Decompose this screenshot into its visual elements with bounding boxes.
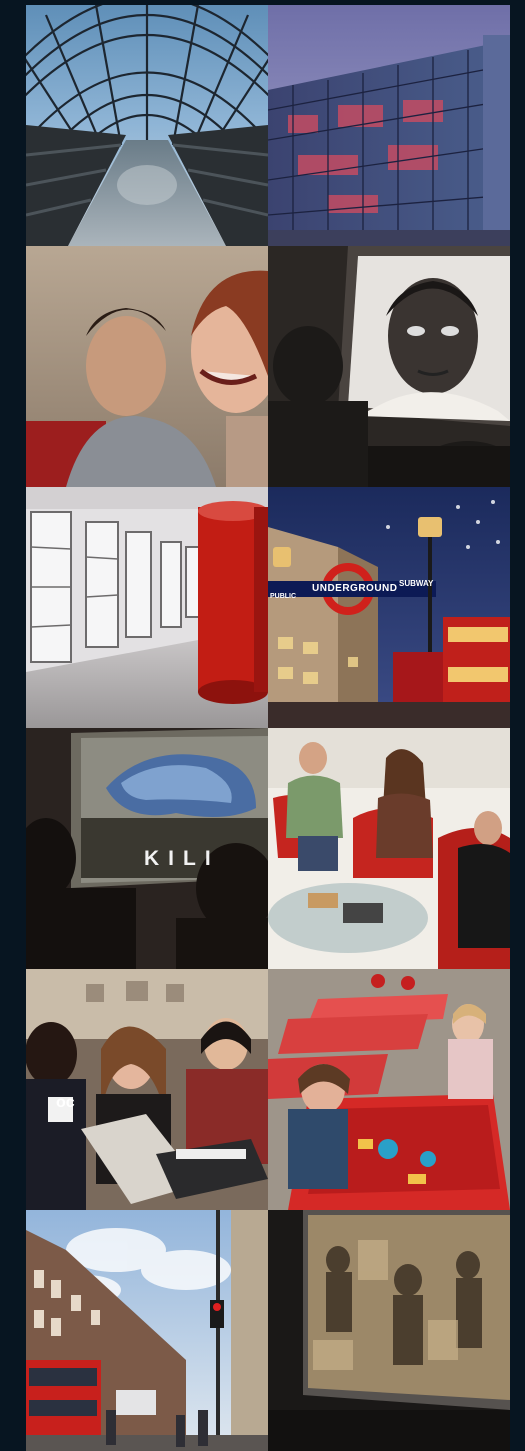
street-with-red-bus-photo: [26, 1210, 268, 1451]
students-with-laptop-photo: oc: [26, 969, 268, 1210]
london-underground-street-photo: PUBLIC UNDERGROUND SUBWAY: [268, 487, 510, 728]
glass-atrium-escalators-photo: [26, 5, 268, 246]
film-screening-photo: KILI: [26, 728, 268, 969]
public-sign-text: PUBLIC: [270, 593, 297, 600]
name-badge-text: oc: [56, 1094, 75, 1111]
two-students-smiling-photo: [26, 246, 268, 487]
subway-sign-text: SUBWAY: [399, 579, 434, 588]
interior-corridor-red-pillar-photo: [26, 487, 268, 728]
photo-collage-grid: PUBLIC UNDERGROUND SUBWAY KILI oc: [26, 5, 510, 1451]
film-title-text: KILI: [144, 847, 220, 870]
projected-portrait-screen-photo: [268, 246, 510, 487]
modern-glass-building-dusk-photo: [268, 5, 510, 246]
children-playing-photo: [268, 969, 510, 1210]
projected-soldiers-screen-photo: [268, 1210, 510, 1451]
underground-sign-text: UNDERGROUND: [312, 583, 398, 594]
students-in-red-chairs-photo: [268, 728, 510, 969]
